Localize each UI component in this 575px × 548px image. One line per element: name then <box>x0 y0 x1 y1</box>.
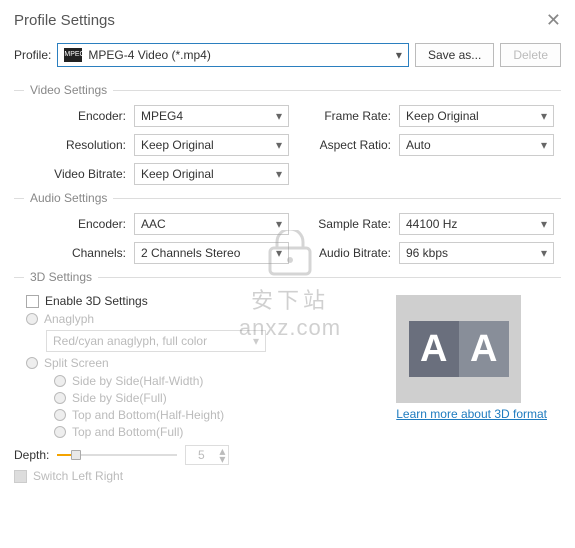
video-bitrate-select[interactable]: Keep Original▾ <box>134 163 289 185</box>
3d-section-title: 3D Settings <box>30 270 92 284</box>
preview-left-a: A <box>409 321 459 377</box>
enable-3d-checkbox[interactable] <box>26 295 39 308</box>
chevron-down-icon: ▾ <box>216 455 228 463</box>
anaglyph-mode-select: Red/cyan anaglyph, full color ▾ <box>46 330 266 352</box>
video-bitrate-label: Video Bitrate: <box>14 167 134 181</box>
sbs-full-radio <box>54 392 66 404</box>
chevron-down-icon: ▾ <box>276 138 282 152</box>
close-icon[interactable]: ✕ <box>546 10 561 31</box>
sbs-full-label: Side by Side(Full) <box>72 391 167 405</box>
depth-slider[interactable] <box>57 448 177 462</box>
anaglyph-radio <box>26 313 38 325</box>
chevron-down-icon: ▾ <box>541 246 547 260</box>
tab-full-radio <box>54 426 66 438</box>
profile-label: Profile: <box>14 48 51 62</box>
chevron-down-icon: ▾ <box>541 217 547 231</box>
sbs-half-label: Side by Side(Half-Width) <box>72 374 203 388</box>
sample-rate-select[interactable]: 44100 Hz▾ <box>399 213 554 235</box>
split-screen-label: Split Screen <box>44 356 109 370</box>
anaglyph-label: Anaglyph <box>44 312 94 326</box>
audio-encoder-select[interactable]: AAC▾ <box>134 213 289 235</box>
frame-rate-label: Frame Rate: <box>289 109 399 123</box>
video-encoder-select[interactable]: MPEG4▾ <box>134 105 289 127</box>
chevron-down-icon: ▾ <box>276 217 282 231</box>
channels-label: Channels: <box>14 246 134 260</box>
video-section-title: Video Settings <box>30 83 107 97</box>
chevron-down-icon: ▾ <box>276 167 282 181</box>
tab-full-label: Top and Bottom(Full) <box>72 425 183 439</box>
depth-label: Depth: <box>14 448 49 462</box>
profile-value: MPEG-4 Video (*.mp4) <box>88 48 396 62</box>
depth-spinner: 5 ▴▾ <box>185 445 229 465</box>
tab-half-label: Top and Bottom(Half-Height) <box>72 408 224 422</box>
audio-encoder-label: Encoder: <box>14 217 134 231</box>
switch-lr-checkbox <box>14 470 27 483</box>
page-title: Profile Settings <box>14 12 115 29</box>
chevron-down-icon: ▾ <box>253 334 259 348</box>
channels-select[interactable]: 2 Channels Stereo▾ <box>134 242 289 264</box>
audio-section-title: Audio Settings <box>30 191 107 205</box>
learn-3d-link[interactable]: Learn more about 3D format <box>396 407 547 421</box>
profile-select[interactable]: MPEG MPEG-4 Video (*.mp4) ▾ <box>57 43 409 67</box>
audio-bitrate-select[interactable]: 96 kbps▾ <box>399 242 554 264</box>
save-as-button[interactable]: Save as... <box>415 43 494 67</box>
chevron-down-icon: ▾ <box>396 48 402 62</box>
audio-bitrate-label: Audio Bitrate: <box>289 246 399 260</box>
chevron-down-icon: ▾ <box>276 109 282 123</box>
resolution-select[interactable]: Keep Original▾ <box>134 134 289 156</box>
chevron-down-icon: ▾ <box>276 246 282 260</box>
3d-preview: A A <box>396 295 521 403</box>
enable-3d-label: Enable 3D Settings <box>45 294 148 308</box>
resolution-label: Resolution: <box>14 138 134 152</box>
sample-rate-label: Sample Rate: <box>289 217 399 231</box>
chevron-down-icon: ▾ <box>541 138 547 152</box>
delete-button: Delete <box>500 43 561 67</box>
switch-lr-label: Switch Left Right <box>33 469 123 483</box>
sbs-half-radio <box>54 375 66 387</box>
video-encoder-label: Encoder: <box>14 109 134 123</box>
aspect-ratio-select[interactable]: Auto▾ <box>399 134 554 156</box>
chevron-down-icon: ▾ <box>541 109 547 123</box>
frame-rate-select[interactable]: Keep Original▾ <box>399 105 554 127</box>
preview-right-a: A <box>459 321 509 377</box>
aspect-ratio-label: Aspect Ratio: <box>289 138 399 152</box>
tab-half-radio <box>54 409 66 421</box>
split-screen-radio <box>26 357 38 369</box>
mpeg-icon: MPEG <box>64 48 82 62</box>
